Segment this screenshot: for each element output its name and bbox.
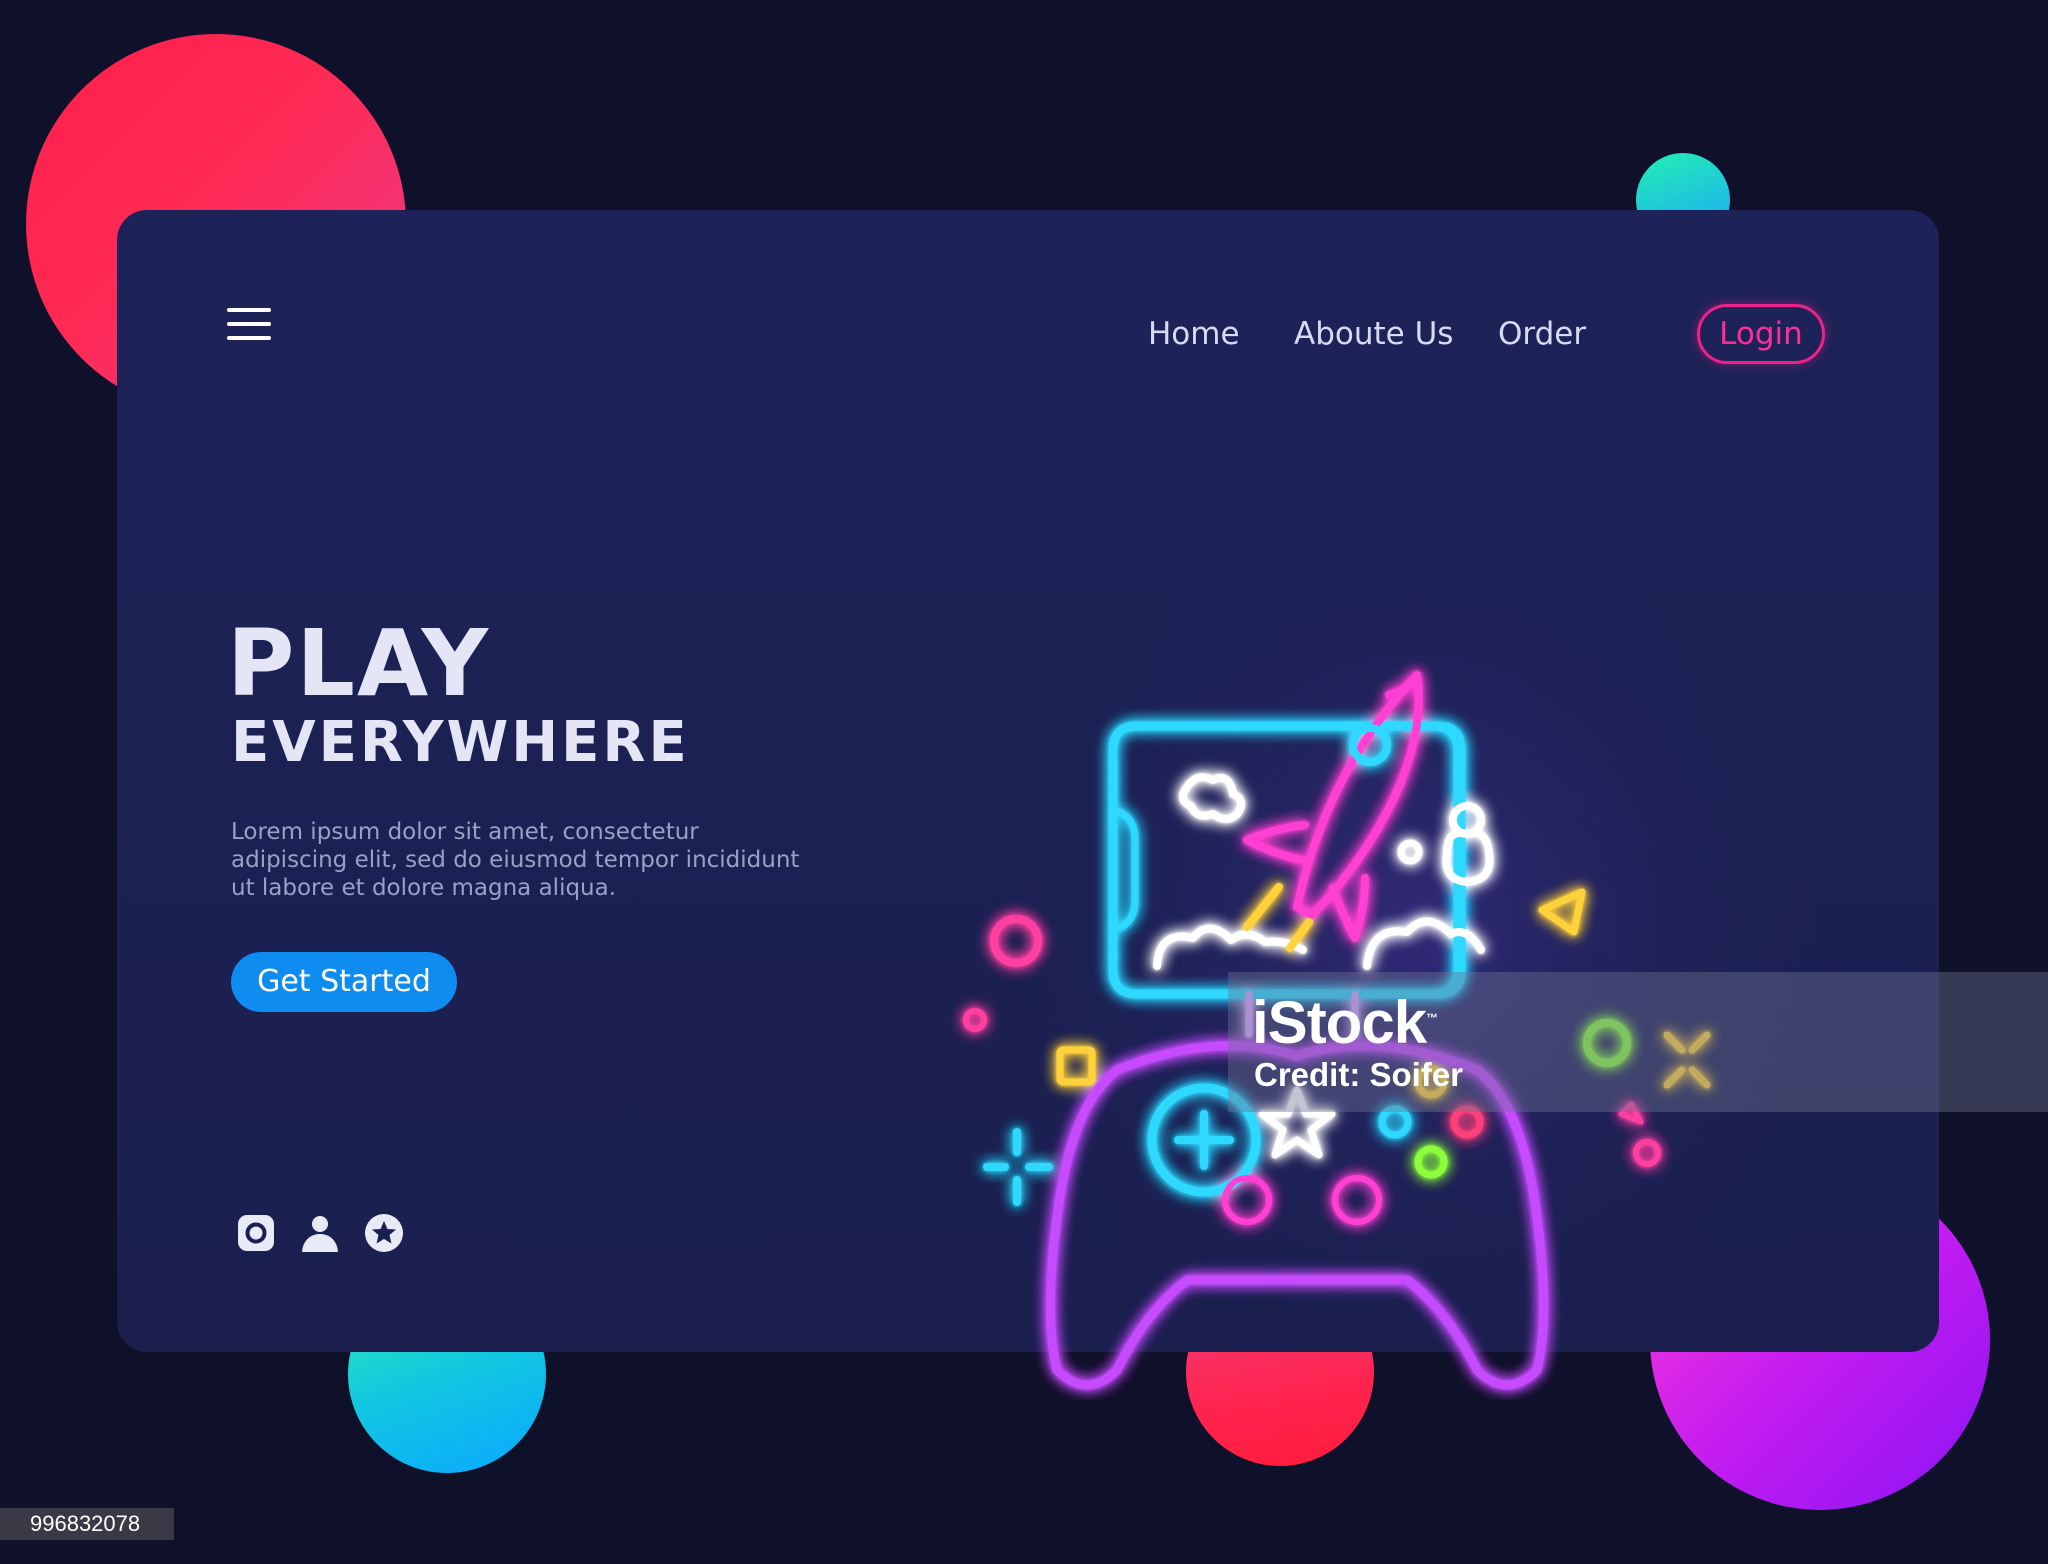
top-nav: Home Aboute Us Order — [117, 304, 1939, 364]
landing-page: Home Aboute Us Order Login PLAY EVERYWHE… — [0, 0, 2048, 1564]
instagram-icon[interactable] — [235, 1212, 277, 1254]
nav-about-link[interactable]: Aboute Us — [1294, 316, 1453, 352]
hero-description: Lorem ipsum dolor sit amet, consectetur … — [231, 819, 800, 901]
nav-home-link[interactable]: Home — [1148, 316, 1240, 352]
image-id-label: 996832078 — [0, 1508, 174, 1540]
user-icon[interactable] — [299, 1212, 341, 1254]
star-badge-icon[interactable] — [363, 1212, 405, 1254]
hero-card: Home Aboute Us Order Login PLAY EVERYWHE… — [117, 210, 1939, 1390]
istock-logo: iStock™ — [1252, 989, 1438, 1056]
get-started-button[interactable]: Get Started — [231, 952, 457, 1012]
watermark-credit: Credit: Soifer — [1254, 1056, 1464, 1093]
hero-subtitle: EVERYWHERE — [231, 710, 690, 775]
nav-order-link[interactable]: Order — [1498, 316, 1586, 352]
stock-watermark: iStock™ Credit: Soifer — [1228, 972, 2048, 1112]
hero-title: PLAY — [227, 610, 491, 717]
login-button[interactable]: Login — [1697, 304, 1825, 364]
neon-gamepad-illustration — [963, 490, 1847, 1390]
